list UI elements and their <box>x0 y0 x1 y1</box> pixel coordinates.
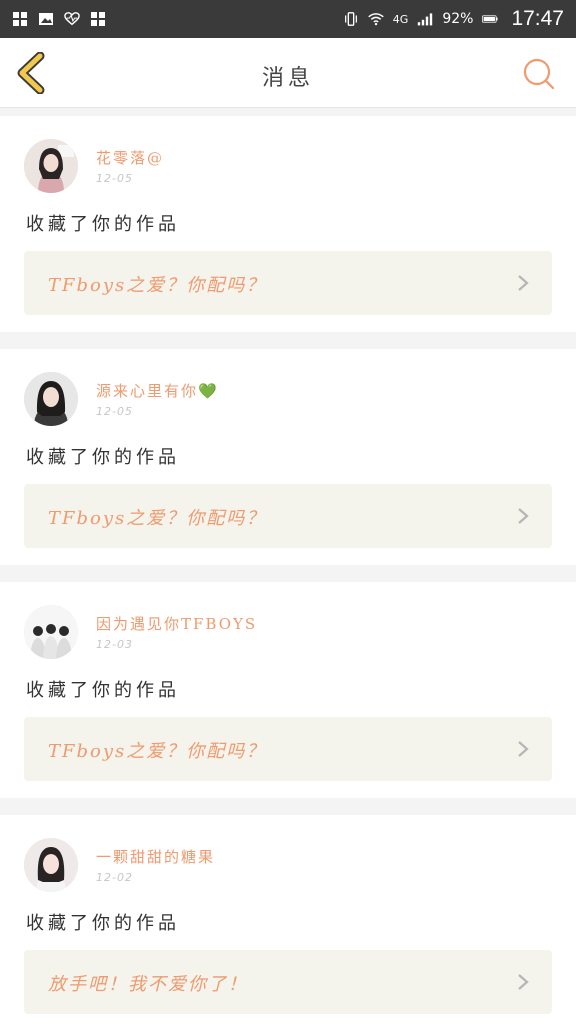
work-title: 放手吧！我不爱你了！ <box>48 974 248 995</box>
username[interactable]: 一颗甜甜的糖果 <box>96 846 215 867</box>
work-link[interactable]: 放手吧！我不爱你了！ <box>24 950 552 1014</box>
work-title: TFboys之爱？你配吗？ <box>48 508 267 529</box>
work-title: TFboys之爱？你配吗？ <box>48 275 267 296</box>
notification-icons <box>12 11 106 27</box>
avatar[interactable] <box>24 838 78 892</box>
action-text: 收藏了你的作品 <box>26 680 180 701</box>
work-link[interactable]: TFboys之爱？你配吗？ <box>24 717 552 781</box>
battery-percent: 92% <box>442 11 474 27</box>
work-link[interactable]: TFboys之爱？你配吗？ <box>24 251 552 315</box>
app-grid-icon <box>90 11 106 27</box>
page-title: 消息 <box>261 66 314 91</box>
action-text: 收藏了你的作品 <box>26 447 180 468</box>
app-grid-icon <box>12 11 28 27</box>
header: 消息 <box>0 38 576 108</box>
message-card: 因为遇见你TFBOYS 12-03 收藏了你的作品 TFboys之爱？你配吗？ <box>0 582 576 798</box>
chevron-right-icon <box>518 974 529 990</box>
message-card: 花零落@ 12-05 收藏了你的作品 TFboys之爱？你配吗？ <box>0 116 576 332</box>
action-text: 收藏了你的作品 <box>26 214 180 235</box>
message-date: 12-05 <box>96 172 133 185</box>
system-status: 4G 92% 17:47 <box>343 7 564 31</box>
message-list: 花零落@ 12-05 收藏了你的作品 TFboys之爱？你配吗？ 源来心里有你💚… <box>0 116 576 1024</box>
chevron-right-icon <box>518 275 529 291</box>
work-title: TFboys之爱？你配吗？ <box>48 741 267 762</box>
action-text: 收藏了你的作品 <box>26 913 180 934</box>
message-card: 一颗甜甜的糖果 12-02 收藏了你的作品 放手吧！我不爱你了！ <box>0 815 576 1024</box>
avatar[interactable] <box>24 139 78 193</box>
chevron-right-icon <box>518 741 529 757</box>
wifi-icon <box>368 11 384 27</box>
avatar[interactable] <box>24 605 78 659</box>
image-icon <box>38 11 54 27</box>
message-date: 12-03 <box>96 638 133 651</box>
message-date: 12-02 <box>96 871 133 884</box>
heart-rate-icon <box>64 11 80 27</box>
search-icon <box>523 58 555 90</box>
search-button[interactable] <box>522 57 556 91</box>
vibrate-icon <box>343 11 359 27</box>
username[interactable]: 源来心里有你💚 <box>96 380 219 401</box>
message-date: 12-05 <box>96 405 133 418</box>
username[interactable]: 因为遇见你TFBOYS <box>96 613 257 634</box>
status-bar: 4G 92% 17:47 <box>0 0 576 38</box>
avatar[interactable] <box>24 372 78 426</box>
username[interactable]: 花零落@ <box>96 147 164 168</box>
message-card: 源来心里有你💚 12-05 收藏了你的作品 TFboys之爱？你配吗？ <box>0 349 576 565</box>
chevron-right-icon <box>518 508 529 524</box>
signal-icon <box>417 11 433 27</box>
work-link[interactable]: TFboys之爱？你配吗？ <box>24 484 552 548</box>
network-type: 4G <box>392 12 409 26</box>
battery-icon <box>482 11 498 27</box>
clock: 17:47 <box>511 7 564 30</box>
